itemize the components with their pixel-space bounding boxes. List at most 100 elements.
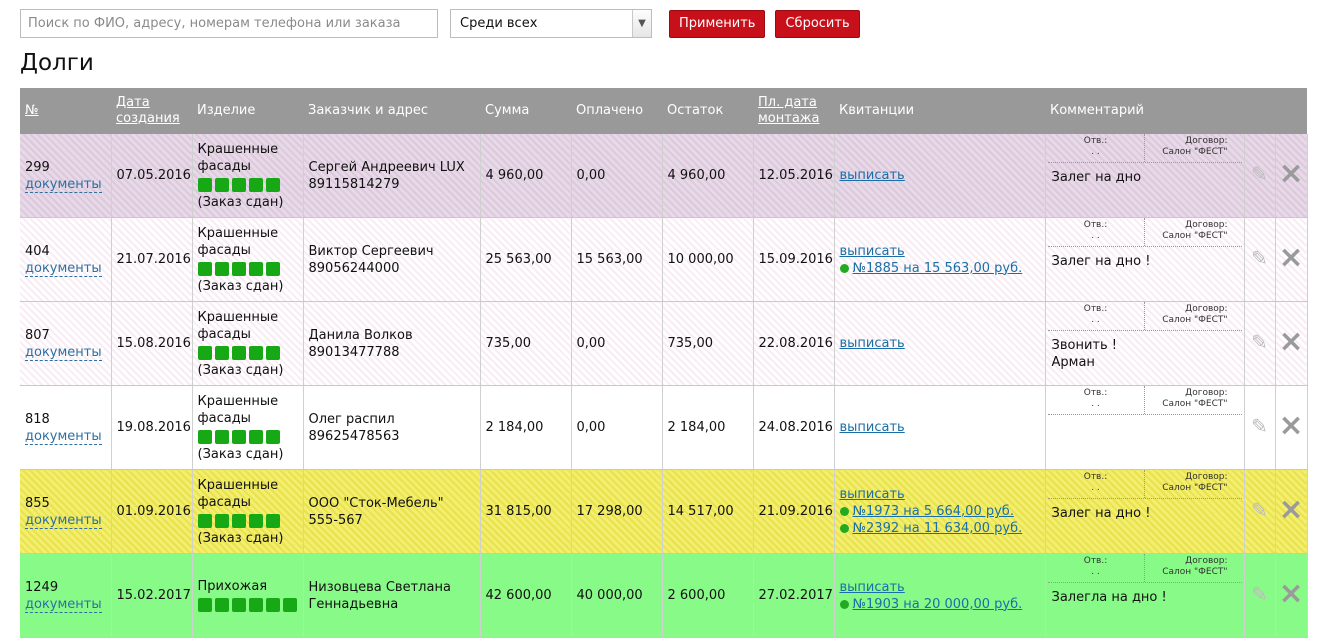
cell-comment[interactable]: Отв.:. . Договор: Салон "ФЕСТ" Залег на д… xyxy=(1045,469,1245,554)
progress-square xyxy=(214,177,229,192)
pencil-icon[interactable]: ✎ xyxy=(1251,414,1268,438)
order-status: (Заказ сдан) xyxy=(197,530,284,546)
comment-text: Залег на дно xyxy=(1051,170,1142,185)
cell-created-date: 15.08.2016 xyxy=(111,301,193,386)
chevron-down-icon[interactable]: ▼ xyxy=(632,10,651,37)
product-name: Крашенные xyxy=(197,309,279,325)
cell-remain: 2 184,00 xyxy=(662,385,754,470)
cell-num: 818 документы xyxy=(20,385,112,470)
cell-comment[interactable]: Отв.:. . Договор: Салон "ФЕСТ" Залег на д… xyxy=(1045,217,1245,302)
progress-square xyxy=(265,597,280,612)
cell-mount-date: 21.09.2016 xyxy=(753,469,835,554)
close-icon[interactable]: × xyxy=(1278,492,1303,527)
cell-sum: 2 184,00 xyxy=(480,385,572,470)
progress-square xyxy=(214,261,229,276)
cell-edit: ✎ xyxy=(1244,553,1276,638)
progress-square xyxy=(197,261,212,276)
order-number: 299 xyxy=(25,159,50,175)
documents-link[interactable]: документы xyxy=(25,596,102,613)
customer-name: Виктор Сергеевич xyxy=(308,243,434,259)
reset-button[interactable]: Сбросить xyxy=(775,9,860,38)
progress-square xyxy=(248,177,263,192)
documents-link[interactable]: документы xyxy=(25,428,102,445)
documents-link[interactable]: документы xyxy=(25,260,102,277)
customer-name: Низовцева Светлана xyxy=(308,579,451,595)
product-name: Крашенные xyxy=(197,225,279,241)
cell-customer: Олег распил 89625478563 xyxy=(303,385,481,470)
cell-sum: 735,00 xyxy=(480,301,572,386)
receipt-link[interactable]: №1885 на 15 563,00 руб. xyxy=(853,260,1023,277)
contract: Договор: Салон "ФЕСТ" xyxy=(1162,472,1228,493)
documents-link[interactable]: документы xyxy=(25,176,102,193)
col-created[interactable]: Дата создания xyxy=(111,88,192,134)
comment-text: Звонить ! Арман xyxy=(1051,338,1117,370)
cell-product: Крашенные фасады (Заказ сдан) xyxy=(192,385,304,470)
table-row: 299 документы 07.05.2016 Крашенные фасад… xyxy=(20,134,1308,218)
cell-comment[interactable]: Отв.:. . Договор: Салон "ФЕСТ" Звонить ! … xyxy=(1045,301,1245,386)
cell-product: Крашенные фасады (Заказ сдан) xyxy=(192,301,304,386)
progress-square xyxy=(265,429,280,444)
close-icon[interactable]: × xyxy=(1278,576,1303,611)
comment-meta: Отв.:. . Договор: Салон "ФЕСТ" xyxy=(1047,218,1242,247)
customer-name: Сергей Андреевич LUX xyxy=(308,159,465,175)
progress-square xyxy=(265,177,280,192)
close-icon[interactable]: × xyxy=(1278,156,1303,191)
pencil-icon[interactable]: ✎ xyxy=(1251,582,1268,606)
cell-created-date: 19.08.2016 xyxy=(111,385,193,470)
cell-comment[interactable]: Отв.:. . Договор: Салон "ФЕСТ" xyxy=(1045,385,1245,470)
progress-square xyxy=(214,597,229,612)
product-name: Крашенные xyxy=(197,477,279,493)
progress-square xyxy=(197,177,212,192)
close-icon[interactable]: × xyxy=(1278,324,1303,359)
table-header: № Дата создания Изделие Заказчик и адрес … xyxy=(20,88,1308,134)
progress-square xyxy=(231,261,246,276)
documents-link[interactable]: документы xyxy=(25,344,102,361)
issue-receipt-link[interactable]: выписать xyxy=(840,580,905,595)
pencil-icon[interactable]: ✎ xyxy=(1251,498,1268,522)
progress-square xyxy=(197,345,212,360)
col-customer: Заказчик и адрес xyxy=(303,88,480,134)
progress-square xyxy=(214,429,229,444)
col-mount-date[interactable]: Пл. дата монтажа xyxy=(753,88,834,134)
cell-remain: 10 000,00 xyxy=(662,217,754,302)
customer-phone: 89115814279 xyxy=(308,176,400,192)
close-icon[interactable]: × xyxy=(1278,408,1303,443)
cell-num: 855 документы xyxy=(20,469,112,554)
cell-receipts: выписать №1903 на 20 000,00 руб. xyxy=(834,553,1046,638)
col-remain: Остаток xyxy=(662,88,753,134)
cell-receipts: выписать xyxy=(834,385,1046,470)
progress-squares xyxy=(197,345,298,360)
issue-receipt-link[interactable]: выписать xyxy=(840,487,905,502)
issue-receipt-link[interactable]: выписать xyxy=(840,336,905,351)
cell-customer: ООО "Сток-Мебель" 555-567 xyxy=(303,469,481,554)
apply-button[interactable]: Применить xyxy=(669,9,766,38)
progress-square xyxy=(282,597,297,612)
cell-receipts: выписать №1885 на 15 563,00 руб. xyxy=(834,217,1046,302)
cell-remain: 14 517,00 xyxy=(662,469,754,554)
cell-paid: 0,00 xyxy=(571,301,663,386)
search-input[interactable] xyxy=(20,9,438,38)
order-status: (Заказ сдан) xyxy=(197,362,284,378)
documents-link[interactable]: документы xyxy=(25,512,102,529)
cell-product: Прихожая xyxy=(192,553,304,638)
pencil-icon[interactable]: ✎ xyxy=(1251,162,1268,186)
close-icon[interactable]: × xyxy=(1278,240,1303,275)
issue-receipt-link[interactable]: выписать xyxy=(840,168,905,183)
issue-receipt-link[interactable]: выписать xyxy=(840,244,905,259)
pencil-icon[interactable]: ✎ xyxy=(1251,330,1268,354)
pencil-icon[interactable]: ✎ xyxy=(1251,246,1268,270)
cell-product: Крашенные фасады (Заказ сдан) xyxy=(192,469,304,554)
product-name: Прихожая xyxy=(197,578,268,594)
receipt-link[interactable]: №1903 на 20 000,00 руб. xyxy=(853,596,1023,613)
cell-comment[interactable]: Отв.:. . Договор: Салон "ФЕСТ" Залегла на… xyxy=(1045,553,1245,638)
receipt-link[interactable]: №2392 на 11 634,00 руб. xyxy=(853,520,1023,537)
cell-sum: 4 960,00 xyxy=(480,134,572,218)
cell-comment[interactable]: Отв.:. . Договор: Салон "ФЕСТ" Залег на д… xyxy=(1045,134,1245,218)
responsible: Отв.:. . xyxy=(1048,386,1145,414)
issue-receipt-link[interactable]: выписать xyxy=(840,420,905,435)
order-status: (Заказ сдан) xyxy=(197,446,284,462)
product-name-line2: фасады xyxy=(197,158,251,174)
col-num[interactable]: № xyxy=(20,88,111,134)
receipt-link[interactable]: №1973 на 5 664,00 руб. xyxy=(853,503,1014,520)
filter-select[interactable]: Среди всех ▼ xyxy=(450,9,652,38)
